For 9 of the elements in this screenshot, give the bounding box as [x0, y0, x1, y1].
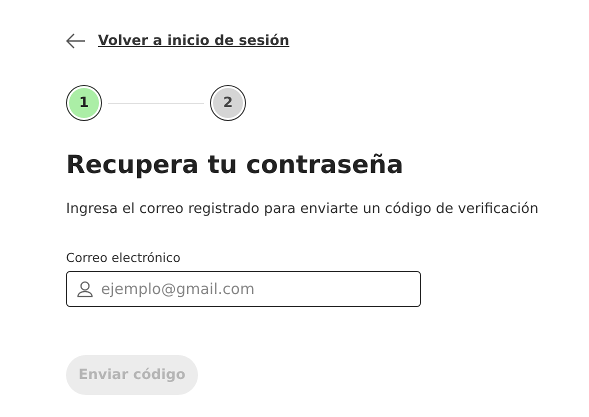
email-field[interactable]: ejemplo@gmail.com [66, 271, 421, 307]
user-icon [76, 280, 94, 298]
page-subtitle: Ingresa el correo registrado para enviarte un código de verificación [66, 200, 540, 219]
back-link[interactable]: Volver a inicio de sesión [98, 33, 290, 49]
step-indicator: 1 [66, 85, 102, 121]
page-title: Recupera tu contraseña [66, 149, 404, 181]
back-arrow-icon[interactable] [66, 33, 86, 49]
step-indicator: 2 [210, 85, 246, 121]
field-label: Correo electrónico [66, 250, 182, 265]
